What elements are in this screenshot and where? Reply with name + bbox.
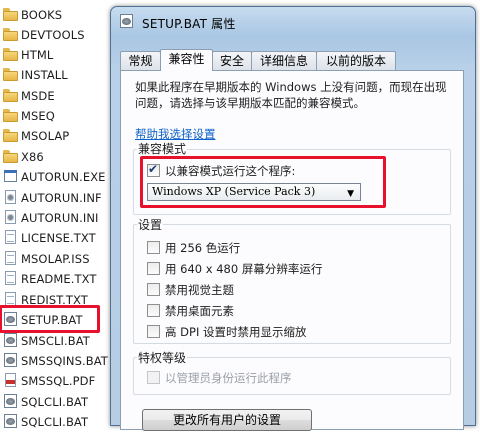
option-disable-themes-checkbox[interactable] bbox=[147, 283, 160, 296]
file-item-autorun-inf[interactable]: AUTORUN.INF bbox=[0, 188, 112, 208]
file-item-sqlcli[interactable]: SQLCLI.BAT bbox=[0, 392, 112, 412]
file-name: AUTORUN.EXE bbox=[21, 170, 106, 184]
option-256-colors-label: 用 256 色运行 bbox=[165, 241, 241, 255]
batch-file-icon bbox=[3, 394, 18, 409]
file-item-smssql-pdf[interactable]: SMSSQL.PDF bbox=[0, 371, 112, 391]
option-640x480-checkbox[interactable] bbox=[147, 262, 160, 275]
option-disable-desktop-label: 禁用桌面元素 bbox=[165, 304, 234, 318]
file-item-autorun-ini[interactable]: AUTORUN.INI bbox=[0, 208, 112, 228]
tab-security[interactable]: 安全 bbox=[212, 51, 252, 70]
settings-file-icon bbox=[3, 190, 18, 205]
option-disable-themes-label: 禁用视觉主题 bbox=[165, 283, 234, 297]
run-as-admin-checkbox[interactable] bbox=[147, 371, 160, 384]
batch-file-icon bbox=[119, 14, 134, 29]
option-640x480-label: 用 640 x 480 屏幕分辨率运行 bbox=[165, 262, 323, 276]
compat-mode-title: 兼容模式 bbox=[137, 140, 188, 157]
change-all-users-button[interactable]: 更改所有用户的设置 bbox=[142, 409, 312, 431]
batch-file-icon bbox=[3, 333, 18, 348]
folder-icon bbox=[3, 128, 18, 143]
folder-icon bbox=[3, 27, 18, 42]
file-name: SQLCLI.BAT bbox=[21, 395, 89, 409]
file-name: README.TXT bbox=[21, 272, 97, 286]
file-item-msde[interactable]: MSDE bbox=[0, 86, 112, 106]
settings-file-icon bbox=[3, 210, 18, 225]
dialog-title: SETUP.BAT 属性 bbox=[142, 17, 236, 31]
file-item-autorun-exe[interactable]: AUTORUN.EXE bbox=[0, 167, 112, 187]
file-item-devtools[interactable]: DEVTOOLS bbox=[0, 25, 112, 45]
highlight-box-setup-bat bbox=[0, 305, 100, 333]
file-name: MSOLAP bbox=[21, 129, 70, 143]
folder-icon bbox=[3, 47, 18, 62]
application-icon bbox=[3, 169, 18, 184]
tab-previous-versions[interactable]: 以前的版本 bbox=[316, 51, 396, 70]
folder-icon bbox=[3, 88, 18, 103]
folder-icon bbox=[3, 108, 18, 123]
file-name: HTML bbox=[21, 48, 54, 62]
file-item-x86[interactable]: X86 bbox=[0, 147, 112, 167]
file-name: AUTORUN.INI bbox=[21, 211, 99, 225]
file-item-sqlcli-2[interactable]: SQLCLI.BAT bbox=[0, 412, 112, 432]
title-bar[interactable]: SETUP.BAT 属性 bbox=[111, 7, 475, 35]
file-name: MSDE bbox=[21, 89, 55, 103]
batch-file-icon bbox=[3, 353, 18, 368]
file-item-install[interactable]: INSTALL bbox=[0, 65, 112, 85]
batch-file-icon bbox=[3, 414, 18, 429]
tab-general[interactable]: 常规 bbox=[120, 51, 161, 70]
file-name: SMSSQL.PDF bbox=[21, 374, 96, 388]
file-item-license[interactable]: LICENSE.TXT bbox=[0, 228, 112, 248]
file-name: SMSCLI.BAT bbox=[21, 334, 90, 348]
file-name: LICENSE.TXT bbox=[21, 231, 96, 245]
file-item-msolap[interactable]: MSOLAP bbox=[0, 126, 112, 146]
file-name: INSTALL bbox=[21, 68, 68, 82]
description-text: 如果此程序在早期版本的 Windows 上没有问题，而现在出现问题，请选择与该早… bbox=[135, 80, 447, 110]
file-name: X86 bbox=[21, 150, 44, 164]
folder-icon bbox=[3, 149, 18, 164]
privilege-title: 特权等级 bbox=[137, 349, 188, 366]
properties-dialog: SETUP.BAT 属性 常规 兼容性 安全 详细信息 以前的版本 如果此程序在… bbox=[110, 6, 476, 431]
file-item-smssqins[interactable]: SMSSQINS.BAT bbox=[0, 351, 112, 371]
tab-details[interactable]: 详细信息 bbox=[251, 51, 317, 70]
file-name: MSOLAP.ISS bbox=[21, 252, 90, 266]
option-256-colors-checkbox[interactable] bbox=[147, 241, 160, 254]
option-high-dpi-checkbox[interactable] bbox=[147, 325, 160, 338]
text-file-icon bbox=[3, 251, 18, 266]
file-name: DEVTOOLS bbox=[21, 28, 85, 42]
file-name: BOOKS bbox=[21, 8, 63, 22]
compatibility-panel: 如果此程序在早期版本的 Windows 上没有问题，而现在出现问题，请选择与该早… bbox=[120, 70, 464, 431]
text-file-icon bbox=[3, 230, 18, 245]
pdf-file-icon bbox=[3, 373, 18, 388]
file-list: BOOKS DEVTOOLS HTML INSTALL MSDE MSEQ MS… bbox=[0, 0, 112, 429]
file-name: MSEQ bbox=[21, 109, 55, 123]
folder-icon bbox=[3, 7, 18, 22]
file-item-mseq[interactable]: MSEQ bbox=[0, 106, 112, 126]
text-file-icon bbox=[3, 271, 18, 286]
file-name: SMSSQINS.BAT bbox=[21, 354, 108, 368]
file-item-msolap-iss[interactable]: MSOLAP.ISS bbox=[0, 249, 112, 269]
file-name: AUTORUN.INF bbox=[21, 191, 102, 205]
file-item-html[interactable]: HTML bbox=[0, 45, 112, 65]
file-item-books[interactable]: BOOKS bbox=[0, 5, 112, 25]
highlight-box-compat-mode bbox=[140, 156, 386, 208]
file-item-readme[interactable]: README.TXT bbox=[0, 269, 112, 289]
option-high-dpi-label: 高 DPI 设置时禁用显示缩放 bbox=[165, 325, 307, 339]
file-item-smscli[interactable]: SMSCLI.BAT bbox=[0, 331, 112, 351]
run-as-admin-label: 以管理员身份运行此程序 bbox=[165, 371, 292, 385]
tab-compatibility[interactable]: 兼容性 bbox=[160, 49, 213, 71]
folder-icon bbox=[3, 67, 18, 82]
settings-title: 设置 bbox=[137, 216, 164, 233]
file-name: SQLCLI.BAT bbox=[21, 415, 89, 429]
option-disable-desktop-checkbox[interactable] bbox=[147, 304, 160, 317]
